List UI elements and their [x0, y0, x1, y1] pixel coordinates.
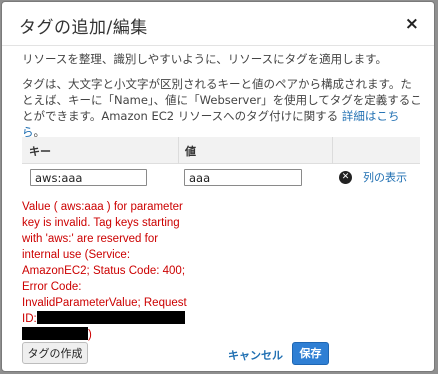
show-columns-link[interactable]: 列の表示	[363, 169, 407, 185]
error-line: internal use (Service:	[22, 249, 131, 261]
request-id-label: ID:	[22, 313, 37, 325]
error-line: AmazonEC2; Status Code: 400;	[22, 265, 186, 277]
description-line2: タグは、大文字と小文字が区別されるキーと値のペアから構成されます。たとえば、キー…	[22, 76, 422, 140]
tag-value-input[interactable]	[184, 169, 302, 186]
error-request-id-line: ID:	[22, 311, 187, 327]
dialog-header: タグの追加/編集 ×	[2, 2, 434, 46]
error-line: with 'aws:' are reserved for	[22, 233, 159, 245]
error-line: Value ( aws:aaa ) for parameter	[22, 201, 183, 213]
error-message: Value ( aws:aaa ) for parameter key is i…	[22, 199, 187, 343]
closing-paren: )	[88, 329, 92, 341]
error-line: Error Code:	[22, 281, 82, 293]
save-button[interactable]: 保存	[292, 342, 329, 365]
error-request-id-line-end: )	[22, 327, 187, 343]
close-icon[interactable]: ×	[405, 14, 419, 34]
tags-table-header: キー 値	[22, 137, 420, 164]
column-divider	[332, 137, 333, 164]
remove-tag-icon[interactable]: ✕	[339, 171, 352, 184]
cancel-button[interactable]: キャンセル	[228, 347, 283, 363]
error-line: InvalidParameterValue; Request	[22, 297, 187, 309]
dialog-title: タグの追加/編集	[19, 18, 148, 38]
column-header-key: キー	[29, 145, 51, 158]
redacted-request-id	[36, 311, 185, 324]
redacted-request-id	[22, 327, 88, 340]
description-line1: リソースを整理、識別しやすいように、リソースにタグを適用します。	[22, 52, 388, 66]
column-header-value: 値	[185, 145, 196, 158]
column-divider	[178, 137, 179, 164]
add-tag-button[interactable]: タグの作成	[22, 342, 88, 364]
error-line: key is invalid. Tag keys starting	[22, 217, 180, 229]
tag-key-input[interactable]	[30, 169, 147, 186]
edit-tags-dialog: タグの追加/編集 × リソースを整理、識別しやすいように、リソースにタグを適用し…	[1, 1, 435, 372]
